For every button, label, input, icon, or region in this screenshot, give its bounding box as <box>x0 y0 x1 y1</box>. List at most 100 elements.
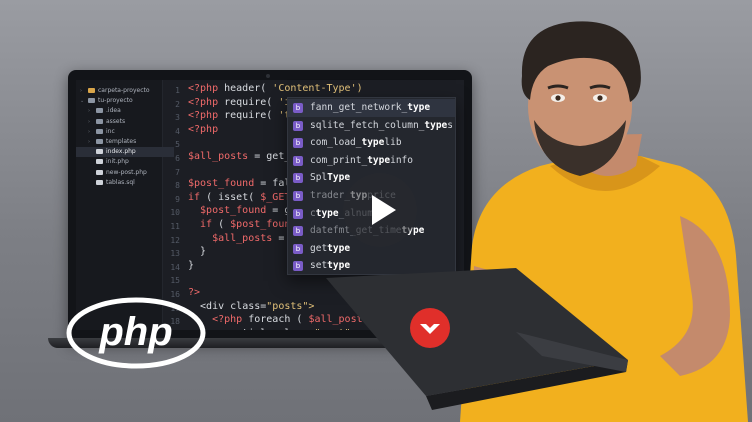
autocomplete-label: com_print_typeinfo <box>310 152 413 170</box>
autocomplete-match: type <box>367 154 391 166</box>
autocomplete-prefix: c <box>310 207 316 219</box>
line-number: 13 <box>170 249 180 259</box>
code-line[interactable]: $post_found = false <box>188 178 302 189</box>
autocomplete-label: fann_get_network_type <box>310 99 430 117</box>
code-token: <?php <box>188 110 225 122</box>
file-tree-item[interactable]: › .idea <box>76 106 174 116</box>
autocomplete-label: gettype <box>310 240 350 258</box>
file-tree-item[interactable]: › templates <box>76 137 174 147</box>
line-number: 1 <box>175 86 180 95</box>
folder-icon <box>96 118 103 124</box>
file-tree-item[interactable]: index.php <box>76 147 174 158</box>
file-tree-item[interactable]: init.php <box>76 157 174 167</box>
code-line[interactable]: } <box>188 260 194 271</box>
function-badge-icon: b <box>293 155 303 166</box>
file-icon <box>96 179 103 185</box>
file-tree-label: .idea <box>106 107 121 115</box>
code-token: ( isset( <box>200 191 261 203</box>
code-line[interactable]: $all_posts = [ <box>188 233 296 244</box>
chevron-icon: › <box>80 88 82 94</box>
code-line[interactable]: if ( $post_found <box>188 219 296 230</box>
code-line[interactable]: if ( isset( $_GET[' <box>188 192 302 203</box>
folder-icon <box>96 139 103 144</box>
code-token: foreach ( <box>248 314 309 326</box>
file-tree-item[interactable]: › inc <box>76 127 174 137</box>
line-number: 2 <box>175 99 180 109</box>
chevron-icon: ⌄ <box>80 98 85 105</box>
file-tree-item[interactable]: › carpeta-proyecto <box>76 86 166 96</box>
autocomplete-label: SplType <box>310 169 350 187</box>
file-tree-label: index.php <box>106 148 136 156</box>
code-token: $all_posts <box>188 151 249 162</box>
code-token: $post_found <box>188 205 267 217</box>
function-badge-icon: b <box>293 208 303 219</box>
function-badge-icon: b <box>293 261 303 272</box>
code-token: class= <box>278 328 314 330</box>
code-token: require( <box>224 96 279 108</box>
code-token: 'Content-Type') <box>272 83 363 94</box>
folder-icon <box>88 98 95 104</box>
autocomplete-match: type <box>407 102 431 113</box>
line-number: 14 <box>170 262 180 272</box>
code-line[interactable]: <?php header( 'Content-Type') <box>188 83 363 94</box>
file-tree-item[interactable]: ⌄ tu-proyecto <box>76 96 166 106</box>
file-tree-label: tu-proyecto <box>98 97 133 105</box>
line-number: 9 <box>175 194 180 204</box>
file-icon <box>96 169 103 175</box>
code-line[interactable]: } <box>188 246 206 257</box>
code-line[interactable]: $post_found = get <box>188 205 302 216</box>
autocomplete-prefix: fann_get_network_ <box>310 102 408 113</box>
code-line[interactable]: <?php <box>188 124 218 135</box>
line-number: 15 <box>170 276 180 286</box>
chevron-icon: › <box>88 118 90 125</box>
line-number: 11 <box>170 222 180 231</box>
code-token: ( <box>212 219 231 230</box>
code-line[interactable]: <?php require( 'ter <box>188 110 302 121</box>
function-badge-icon: b <box>293 173 303 184</box>
file-tree: › carpeta-proyecto ⌄ tu-proyecto › .idea › asse… <box>76 80 174 330</box>
folder-icon <box>96 108 103 114</box>
line-gutter: 1 2 3 4 5 6 7 8 9 10 11 12 13 14 15 16 17 18 <box>164 80 184 330</box>
line-number: 8 <box>175 181 180 191</box>
file-tree-label: templates <box>106 138 137 145</box>
chevron-icon: › <box>88 108 90 115</box>
code-token: header( <box>224 83 273 94</box>
code-line[interactable]: $all_posts = get_al <box>188 151 302 162</box>
function-badge-icon: b <box>293 226 303 237</box>
function-badge-icon: b <box>293 191 303 201</box>
folder-icon <box>88 88 95 93</box>
code-line[interactable]: <?php require( 'in <box>188 97 296 108</box>
play-button[interactable] <box>343 173 417 247</box>
code-token: <?php <box>188 123 219 135</box>
code-token: "posts"> <box>266 300 315 312</box>
file-tree-item[interactable]: new-post.php <box>76 168 174 178</box>
code-token: <?php <box>188 96 225 108</box>
code-token: $all_posts <box>188 232 273 244</box>
code-token: require( <box>224 110 279 122</box>
php-logo-text: php <box>98 310 172 354</box>
line-number: 10 <box>170 208 180 218</box>
folder-icon <box>96 128 103 134</box>
video-thumbnail[interactable]: › carpeta-proyecto ⌄ tu-proyecto › .idea › asse… <box>0 0 752 422</box>
chevron-icon: › <box>88 128 90 135</box>
autocomplete-prefix: Spl <box>310 172 328 184</box>
function-badge-icon: b <box>293 120 303 131</box>
code-token: } <box>188 259 195 271</box>
line-number: 3 <box>175 113 180 123</box>
file-tree-item[interactable]: tablas.sql <box>76 178 174 188</box>
autocomplete-match: type <box>361 137 385 149</box>
line-number: 5 <box>175 140 180 150</box>
autocomplete-match: type <box>315 207 339 219</box>
autocomplete-prefix: get <box>310 242 328 254</box>
file-icon <box>96 159 103 165</box>
file-tree-label: new-post.php <box>106 168 147 176</box>
code-token: <?php <box>188 83 225 94</box>
line-number: 12 <box>170 235 180 245</box>
file-tree-item[interactable]: › assets <box>76 117 174 127</box>
autocomplete-prefix: com_print_ <box>310 154 368 166</box>
line-number: 7 <box>175 167 180 177</box>
code-token: class= <box>230 300 267 312</box>
chevron-icon: › <box>88 139 90 145</box>
autocomplete-match: type <box>327 242 351 254</box>
file-tree-label: assets <box>106 117 126 125</box>
